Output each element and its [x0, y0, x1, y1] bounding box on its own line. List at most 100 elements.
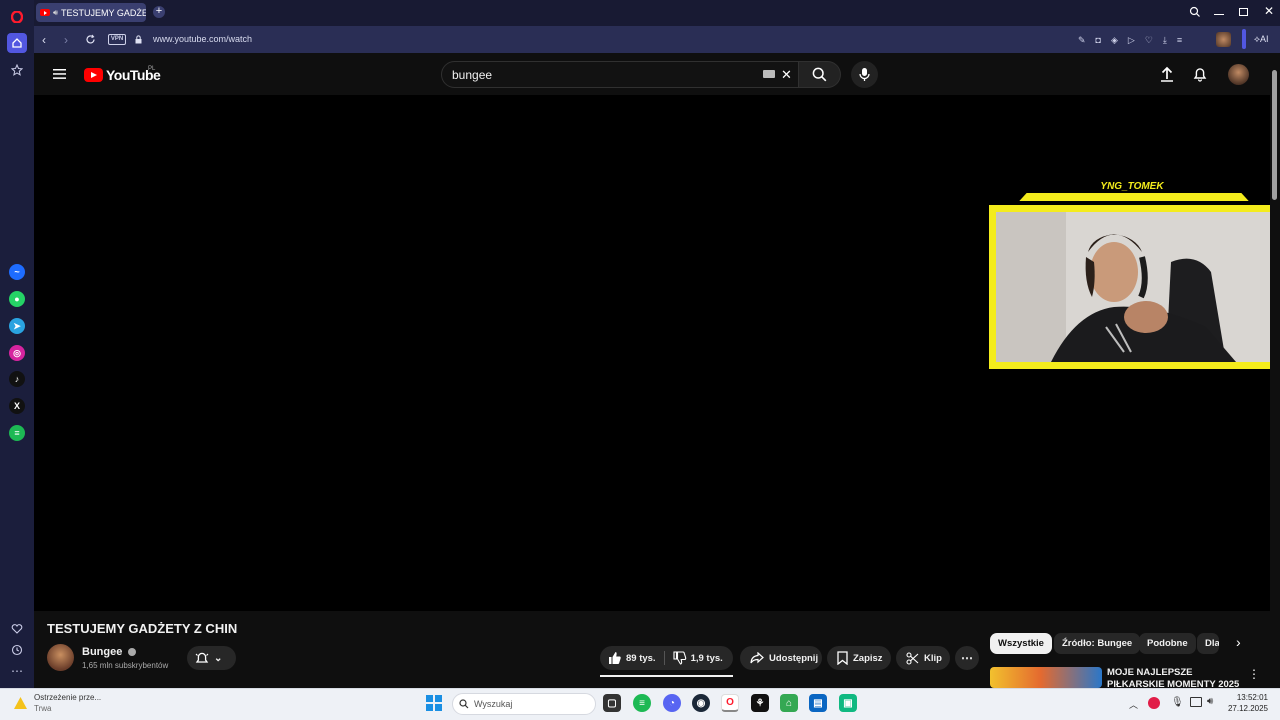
forward-icon[interactable]: ›: [64, 33, 68, 47]
instagram-icon[interactable]: ◎: [9, 345, 25, 361]
related-video-title[interactable]: MOJE NAJLEPSZE PIŁKARSKIE MOMENTY 2025: [1107, 667, 1247, 688]
microphone-icon: [859, 67, 870, 82]
tab-active[interactable]: 🔊︎ TESTUJEMY GADŻETY: [36, 3, 146, 22]
related-more-icon[interactable]: ⋮: [1248, 667, 1260, 681]
search-input[interactable]: [441, 61, 799, 88]
tray-app-icon[interactable]: [1148, 697, 1160, 709]
search-button[interactable]: [799, 61, 841, 88]
chip-source[interactable]: Źródło: Bungee: [1054, 633, 1141, 654]
like-button[interactable]: 89 tys.: [608, 651, 665, 665]
notification-status: Trwa: [34, 704, 52, 713]
notifications-bell-icon[interactable]: [1193, 66, 1207, 82]
voice-search-button[interactable]: [851, 61, 878, 88]
spotify-icon[interactable]: ≡: [9, 425, 25, 441]
taskbar-search-icon: [459, 699, 469, 709]
clock-date: 27.12.2025: [1227, 704, 1268, 713]
youtube-favicon-icon: [40, 9, 50, 16]
lock-icon[interactable]: [135, 35, 142, 44]
like-count: 89 tys.: [626, 652, 656, 664]
history-clock-icon[interactable]: [7, 640, 27, 660]
tab-strip: [34, 0, 1280, 26]
opera-taskbar-icon[interactable]: O: [721, 694, 739, 712]
share-arrow-icon: [750, 652, 764, 664]
channel-avatar[interactable]: [47, 644, 74, 671]
new-tab-plus-icon[interactable]: +: [153, 6, 165, 18]
clear-search-icon[interactable]: ✕: [781, 67, 792, 83]
verified-badge-icon: [128, 648, 137, 657]
bell-icon: [195, 651, 209, 665]
thumbs-up-icon: [608, 651, 622, 665]
dislike-button[interactable]: 1,9 tys.: [669, 651, 723, 665]
bookmarks-star-icon[interactable]: [7, 60, 27, 80]
close-window-icon[interactable]: ✕: [1264, 4, 1274, 18]
tray-expand-chevron-icon[interactable]: ︿: [1129, 698, 1138, 711]
shield-icon[interactable]: ◈: [1111, 35, 1118, 46]
x-twitter-icon[interactable]: X: [9, 398, 25, 414]
volume-icon[interactable]: 🔊︎: [1207, 696, 1213, 707]
system-clock[interactable]: 13:52:01 27.12.2025: [1222, 692, 1268, 714]
save-button[interactable]: Zapisz: [827, 646, 891, 670]
steam-icon[interactable]: ◉: [692, 694, 710, 712]
taskbar-search-box[interactable]: Wyszukaj: [452, 693, 596, 715]
task-view-icon[interactable]: ▢: [603, 694, 621, 712]
profile-avatar[interactable]: [1216, 32, 1231, 47]
whatsapp-icon[interactable]: ●: [9, 291, 25, 307]
chips-next-chevron-icon[interactable]: ›: [1236, 634, 1241, 650]
heart-icon[interactable]: [7, 619, 27, 639]
minimize-icon[interactable]: [1214, 5, 1224, 15]
tab-search-icon[interactable]: [1189, 6, 1201, 18]
reload-icon[interactable]: [85, 34, 96, 45]
like-dislike-group: 89 tys. 1,9 tys.: [600, 646, 733, 670]
url-field[interactable]: www.youtube.com/watch: [153, 34, 252, 44]
green-app-icon[interactable]: ▣: [839, 694, 857, 712]
spotify-taskbar-icon[interactable]: ≡: [633, 694, 651, 712]
taskbar-notification[interactable]: Ostrzeżenie prze... Trwa: [34, 692, 101, 714]
sidebar-toggle-indicator: [1242, 29, 1246, 49]
thumbs-down-icon: [673, 651, 687, 665]
tiktok-icon[interactable]: ♪: [9, 371, 25, 387]
dislike-count: 1,9 tys.: [690, 652, 723, 664]
keyboard-icon[interactable]: [763, 70, 775, 78]
upload-icon[interactable]: [1160, 66, 1174, 82]
webcam-frame-top-bar: [1019, 193, 1249, 201]
back-icon[interactable]: ‹: [42, 33, 46, 47]
region-code: PL: [148, 66, 156, 72]
ai-button[interactable]: ⟡AI: [1254, 34, 1268, 45]
chatgpt-icon[interactable]: ⚘: [751, 694, 769, 712]
camera-icon[interactable]: ◘: [1096, 35, 1101, 46]
chip-for-you[interactable]: Dla: [1197, 633, 1219, 654]
android-app-icon[interactable]: ⌂: [780, 694, 798, 712]
network-icon[interactable]: [1190, 697, 1202, 707]
opera-logo-icon[interactable]: [7, 7, 27, 27]
edit-icon[interactable]: ✎: [1078, 35, 1086, 46]
telegram-icon[interactable]: ➤: [9, 318, 25, 334]
channel-name[interactable]: Bungee: [82, 646, 137, 658]
restore-icon[interactable]: [1239, 8, 1248, 16]
menu-icon[interactable]: ≡: [1177, 35, 1182, 46]
heart-outline-icon[interactable]: ♡: [1145, 35, 1153, 46]
play-icon[interactable]: ▷: [1128, 35, 1135, 46]
webcam-overlay: [989, 205, 1278, 369]
scrollbar-thumb[interactable]: [1272, 70, 1277, 200]
chip-related[interactable]: Podobne: [1139, 633, 1196, 654]
more-actions-icon[interactable]: ⋯: [955, 646, 979, 670]
speaker-icon[interactable]: 🔊︎: [53, 8, 58, 18]
windows-start-icon[interactable]: [426, 695, 442, 711]
more-dots-icon[interactable]: ⋯: [7, 661, 27, 681]
share-button[interactable]: Udostępnij: [740, 646, 822, 670]
clip-button[interactable]: Klip: [896, 646, 950, 670]
discord-icon[interactable]: ◔: [663, 694, 681, 712]
related-video-thumbnail[interactable]: [990, 667, 1102, 688]
chip-all[interactable]: Wszystkie: [990, 633, 1052, 654]
photos-app-icon[interactable]: ▤: [809, 694, 827, 712]
vpn-badge[interactable]: VPN: [108, 34, 126, 45]
clock-time: 13:52:01: [1236, 693, 1268, 702]
download-icon[interactable]: ⤓: [1163, 35, 1167, 46]
messenger-icon[interactable]: ~: [9, 264, 25, 280]
search-query[interactable]: bungee: [452, 68, 492, 82]
home-icon[interactable]: [7, 33, 27, 53]
tray-microphone-icon[interactable]: 🎙︎: [1171, 697, 1184, 708]
subscription-notifications-button[interactable]: ⌄: [187, 646, 236, 670]
account-avatar[interactable]: [1228, 64, 1249, 85]
hamburger-menu-icon[interactable]: [53, 69, 66, 79]
